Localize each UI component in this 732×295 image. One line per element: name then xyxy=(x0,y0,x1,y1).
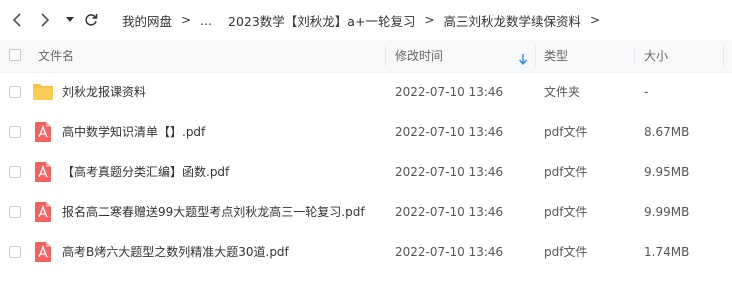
pdf-icon xyxy=(33,241,53,263)
row-checkbox[interactable] xyxy=(9,166,21,178)
file-size: 1.74MB xyxy=(644,245,690,259)
file-size: - xyxy=(644,85,649,99)
row-checkbox[interactable] xyxy=(9,206,21,218)
breadcrumb-separator: > xyxy=(590,13,601,27)
file-type: pdf文件 xyxy=(544,205,588,219)
file-type: pdf文件 xyxy=(544,245,588,259)
file-size: 8.67MB xyxy=(644,125,690,139)
column-header-type[interactable]: 类型 xyxy=(544,40,568,72)
folder-icon xyxy=(33,81,53,103)
file-mtime: 2022-07-10 13:46 xyxy=(395,85,504,99)
file-mtime: 2022-07-10 13:46 xyxy=(395,125,504,139)
breadcrumb-item-root[interactable]: 我的网盘 xyxy=(122,11,172,30)
back-icon[interactable] xyxy=(6,8,28,32)
pdf-icon xyxy=(33,121,53,143)
breadcrumb-separator: > xyxy=(424,13,435,27)
file-name[interactable]: 高中数学知识清单【】.pdf xyxy=(62,112,205,152)
file-name[interactable]: 【高考真题分类汇编】函数.pdf xyxy=(62,152,229,192)
breadcrumb: 我的网盘 > ... 2023数学【刘秋龙】a+一轮复习 > 高三刘秋龙数学续保… xyxy=(122,0,609,40)
forward-icon[interactable] xyxy=(34,8,56,32)
table-row[interactable]: 【高考真题分类汇编】函数.pdf 2022-07-10 13:46 pdf文件 … xyxy=(0,152,732,192)
column-divider[interactable] xyxy=(535,46,536,66)
column-divider[interactable] xyxy=(385,46,386,66)
file-mtime: 2022-07-10 13:46 xyxy=(395,205,504,219)
breadcrumb-item-ellipsis[interactable]: ... xyxy=(200,13,212,28)
row-checkbox[interactable] xyxy=(9,246,21,258)
file-name[interactable]: 高考B烤六大题型之数列精准大题30道.pdf xyxy=(62,232,289,272)
file-name[interactable]: 报名高二寒春赠送99大题型考点刘秋龙高三一轮复习.pdf xyxy=(62,192,365,232)
row-checkbox[interactable] xyxy=(9,86,21,98)
file-size: 9.95MB xyxy=(644,165,690,179)
dropdown-icon[interactable] xyxy=(62,8,78,32)
select-all-checkbox[interactable] xyxy=(9,49,21,61)
breadcrumb-item-current[interactable]: 高三刘秋龙数学续保资料 xyxy=(444,11,582,30)
file-mtime: 2022-07-10 13:46 xyxy=(395,165,504,179)
pdf-icon xyxy=(33,201,53,223)
file-type: 文件夹 xyxy=(544,85,581,99)
breadcrumb-separator: > xyxy=(181,13,192,27)
file-name[interactable]: 刘秋龙报课资料 xyxy=(62,72,146,112)
toolbar: 我的网盘 > ... 2023数学【刘秋龙】a+一轮复习 > 高三刘秋龙数学续保… xyxy=(0,0,732,40)
column-divider[interactable] xyxy=(723,46,724,66)
column-header-size[interactable]: 大小 xyxy=(644,40,668,72)
file-size: 9.99MB xyxy=(644,205,690,219)
table-row[interactable]: 高考B烤六大题型之数列精准大题30道.pdf 2022-07-10 13:46 … xyxy=(0,232,732,272)
table-row[interactable]: 高中数学知识清单【】.pdf 2022-07-10 13:46 pdf文件 8.… xyxy=(0,112,732,152)
breadcrumb-item-course[interactable]: 2023数学【刘秋龙】a+一轮复习 xyxy=(228,11,415,30)
column-divider[interactable] xyxy=(634,46,635,66)
file-mtime: 2022-07-10 13:46 xyxy=(395,245,504,259)
table-header: 文件名 修改时间 类型 大小 xyxy=(0,40,732,73)
refresh-icon[interactable] xyxy=(80,8,102,32)
file-type: pdf文件 xyxy=(544,125,588,139)
row-checkbox[interactable] xyxy=(9,126,21,138)
file-type: pdf文件 xyxy=(544,165,588,179)
table-row[interactable]: 报名高二寒春赠送99大题型考点刘秋龙高三一轮复习.pdf 2022-07-10 … xyxy=(0,192,732,232)
file-browser: 我的网盘 > ... 2023数学【刘秋龙】a+一轮复习 > 高三刘秋龙数学续保… xyxy=(0,0,732,295)
column-header-name[interactable]: 文件名 xyxy=(38,40,74,72)
column-header-mtime[interactable]: 修改时间 xyxy=(395,40,443,72)
table-row[interactable]: 刘秋龙报课资料 2022-07-10 13:46 文件夹 - xyxy=(0,72,732,112)
down-arrow-icon[interactable] xyxy=(518,50,528,69)
pdf-icon xyxy=(33,161,53,183)
